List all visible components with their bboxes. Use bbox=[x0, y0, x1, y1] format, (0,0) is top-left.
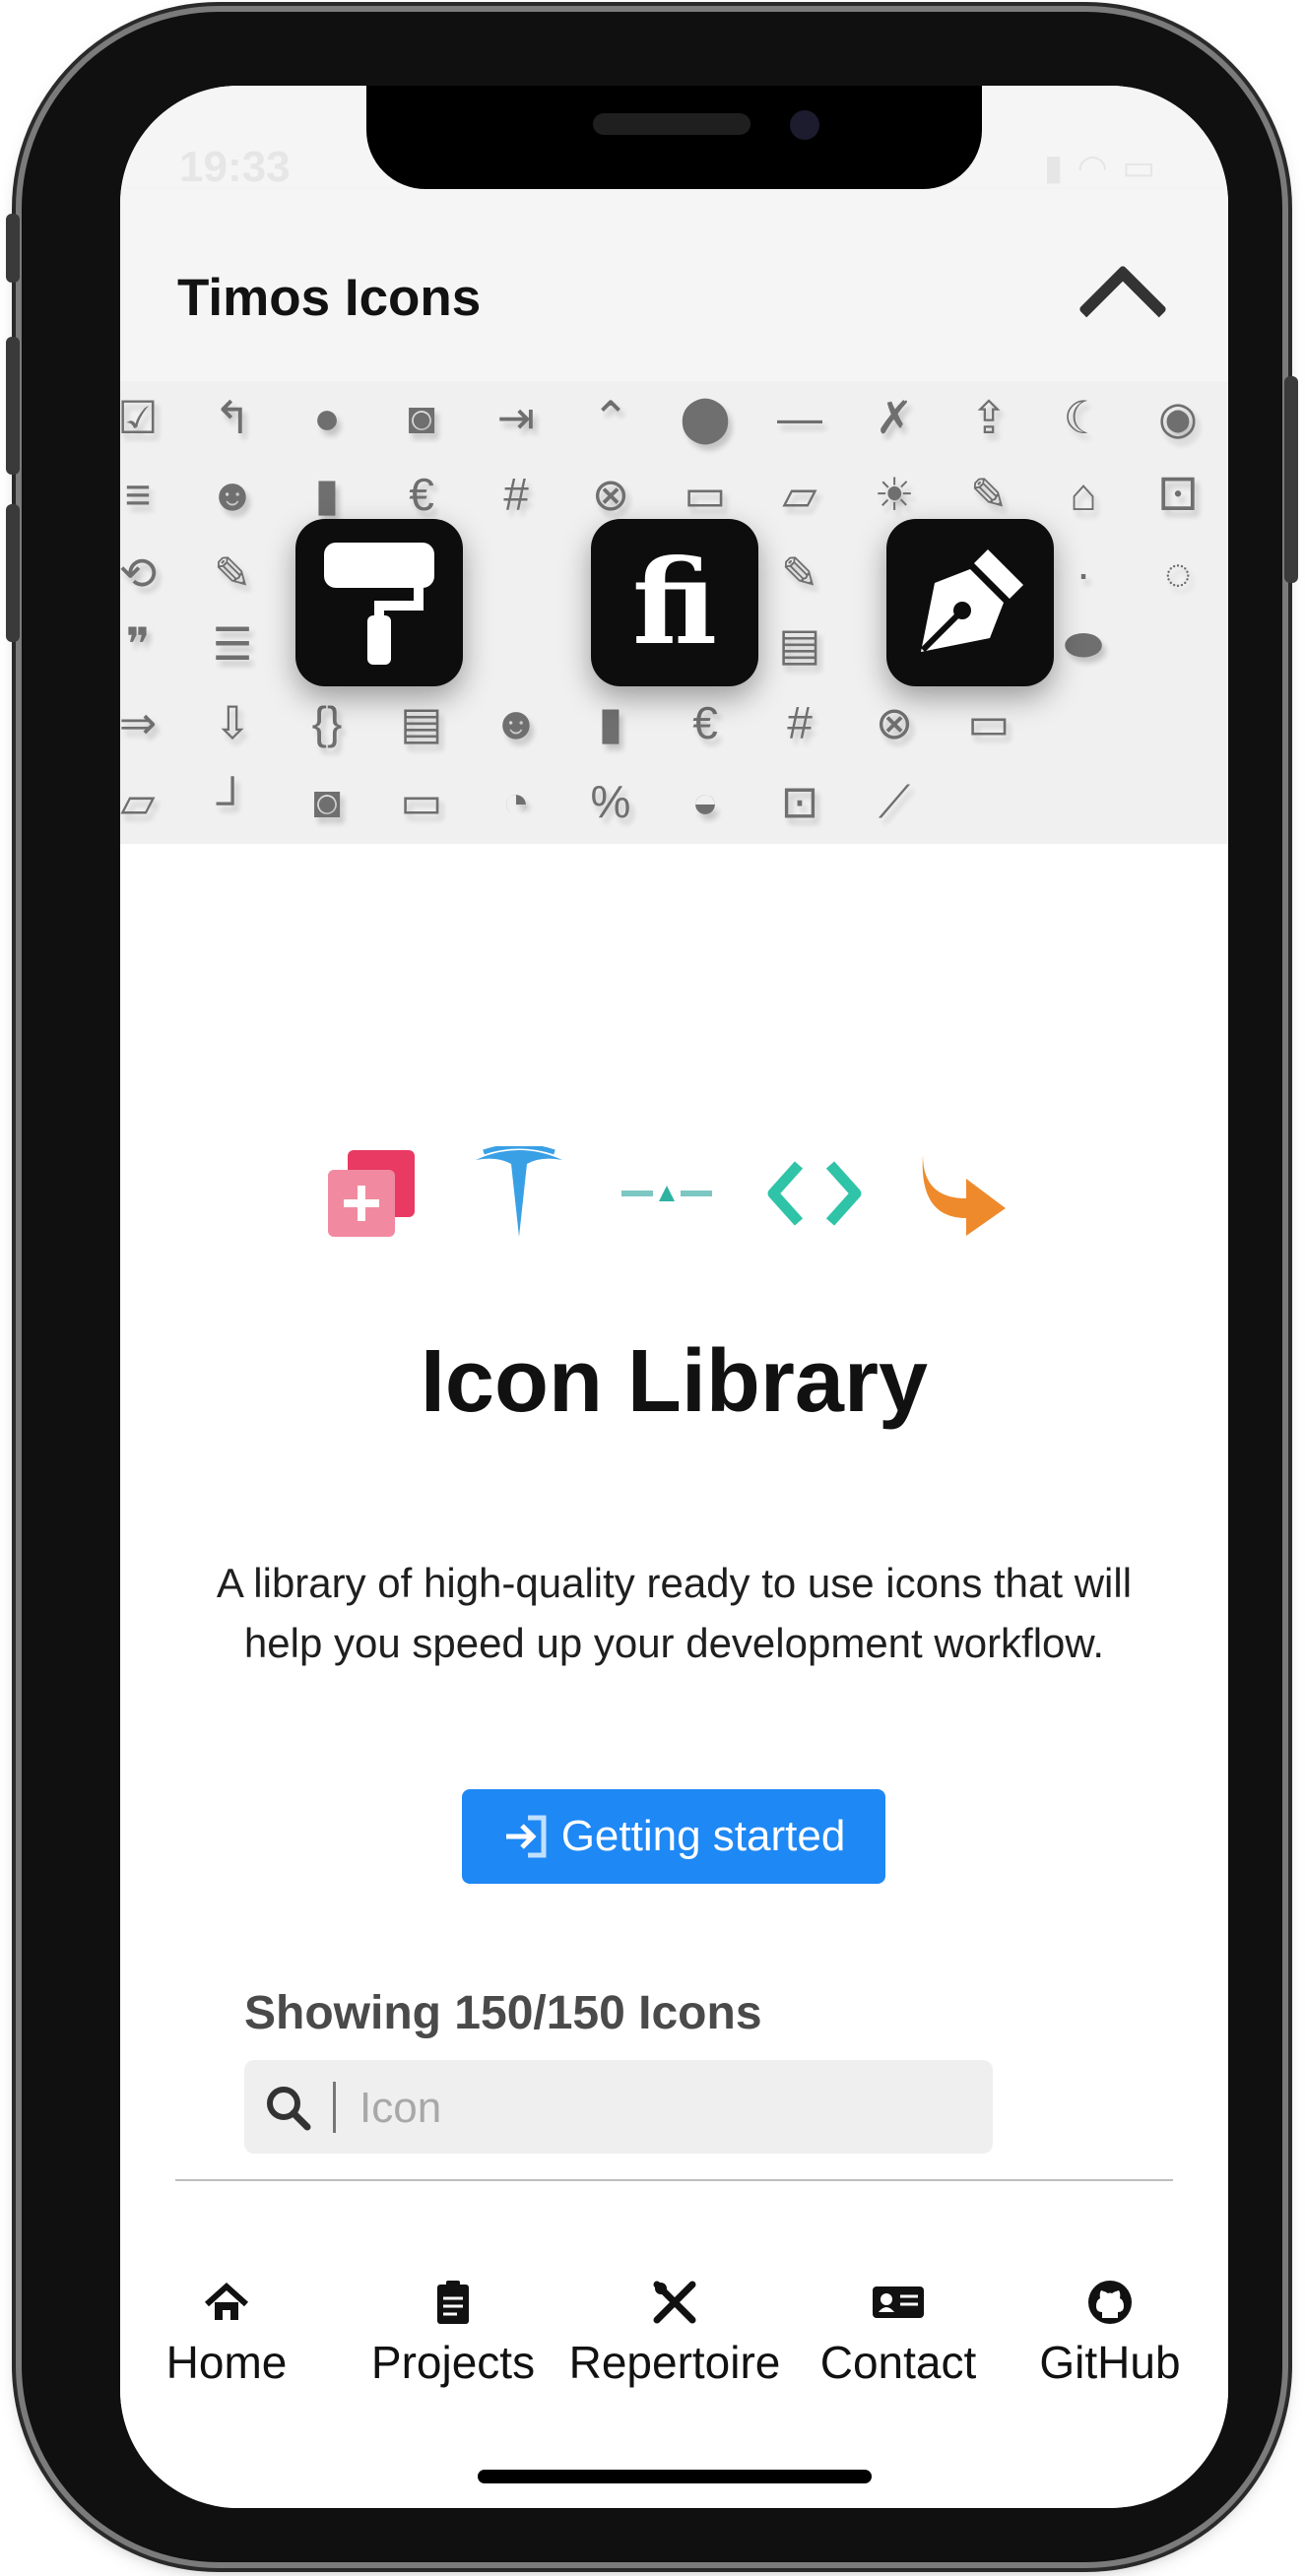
background-icon-row: ⇒ ⇩{} ▤ ☻ ▮ € # ⊗ ▭ bbox=[120, 697, 1011, 748]
hero-banner: ☑↰●◙⇥⌃⬤—✗⇪☾◉✕ ≡☻▮€#⊗▭▱☀✎⌂⚀▭ ⟲✎⊡▤✎·◌ ❞☰☑◙… bbox=[120, 381, 1228, 844]
tesla-icon bbox=[470, 1144, 568, 1243]
signal-icon: ▮ bbox=[1043, 147, 1077, 187]
app-header: Timos Icons bbox=[120, 189, 1228, 382]
split-icon bbox=[618, 1144, 716, 1243]
notch bbox=[366, 86, 982, 189]
tab-projects-label: Projects bbox=[370, 2337, 536, 2388]
wifi-icon: ◠ bbox=[1077, 147, 1122, 187]
login-icon bbox=[502, 1814, 548, 1859]
id-card-icon bbox=[871, 2277, 926, 2328]
search-input[interactable] bbox=[358, 2078, 952, 2139]
paint-roller-icon bbox=[324, 543, 434, 665]
getting-started-button[interactable]: Getting started bbox=[462, 1789, 885, 1884]
status-bar: 19:33 ▮◠▭ bbox=[120, 86, 1228, 191]
forward-arrow-icon bbox=[913, 1144, 1011, 1243]
getting-started-label: Getting started bbox=[560, 1812, 846, 1860]
tab-contact-label: Contact bbox=[819, 2337, 977, 2388]
code-icon bbox=[765, 1144, 864, 1243]
background-icon-row: ▱ ┘ ◙ ▭ ◔% ◒ ⊡ ⟋ bbox=[120, 776, 911, 827]
speaker bbox=[593, 113, 750, 135]
pen-nib-icon bbox=[920, 549, 1023, 653]
screen: 19:33 ▮◠▭ Timos Icons ☑↰●◙⇥⌃⬤—✗⇪☾◉✕ ≡☻▮€… bbox=[120, 86, 1228, 2508]
feature-icons bbox=[120, 1144, 1228, 1253]
volume-down-button bbox=[6, 504, 20, 642]
battery-icon: ▭ bbox=[1121, 147, 1169, 187]
search-icon bbox=[264, 2084, 311, 2136]
github-icon bbox=[1086, 2277, 1134, 2328]
volume-up-button bbox=[6, 337, 20, 475]
app-title: Timos Icons bbox=[177, 269, 482, 327]
page-title: Icon Library bbox=[420, 1332, 929, 1431]
tab-contact[interactable]: Contact bbox=[800, 2277, 997, 2395]
tab-home-label: Home bbox=[165, 2337, 288, 2388]
tab-github[interactable]: GitHub bbox=[1021, 2277, 1199, 2395]
tools-icon bbox=[651, 2277, 698, 2328]
power-button bbox=[1284, 376, 1298, 583]
tab-projects[interactable]: Projects bbox=[355, 2277, 552, 2395]
page-description: A library of high-quality ready to use i… bbox=[216, 1560, 1133, 1666]
front-camera bbox=[790, 110, 819, 140]
tab-bar: Home Projects Repertoire Contact GitHub bbox=[120, 2247, 1228, 2508]
fi-logo-text: fi bbox=[632, 534, 717, 671]
tab-repertoire-label: Repertoire bbox=[568, 2337, 781, 2388]
tab-home[interactable]: Home bbox=[148, 2277, 305, 2395]
home-indicator[interactable] bbox=[478, 2470, 872, 2483]
background-icon-row: ≡☻▮€#⊗▭▱☀✎⌂⚀▭ bbox=[124, 469, 1198, 520]
mute-switch bbox=[6, 214, 20, 283]
phone-frame: 19:33 ▮◠▭ Timos Icons ☑↰●◙⇥⌃⬤—✗⇪☾◉✕ ≡☻▮€… bbox=[6, 12, 1298, 2562]
status-time: 19:33 bbox=[179, 143, 291, 191]
chevron-up-icon[interactable] bbox=[1077, 264, 1168, 354]
duplicate-plus-icon bbox=[322, 1144, 421, 1243]
tab-repertoire[interactable]: Repertoire bbox=[561, 2277, 788, 2395]
divider bbox=[175, 2179, 1173, 2181]
search-box bbox=[244, 2060, 993, 2154]
status-icons: ▮◠▭ bbox=[1044, 147, 1169, 188]
clipboard-icon bbox=[433, 2277, 473, 2328]
icon-count-label: Showing 150/150 Icons bbox=[244, 1987, 762, 2039]
paint-roller-icon[interactable] bbox=[295, 519, 463, 686]
search-divider bbox=[333, 2082, 336, 2133]
fi-logo-icon[interactable]: fi bbox=[591, 519, 758, 686]
pen-nib-icon[interactable] bbox=[886, 519, 1054, 686]
tab-github-label: GitHub bbox=[1039, 2337, 1181, 2388]
home-icon bbox=[203, 2277, 250, 2328]
background-icon-row: ☑↰●◙⇥⌃⬤—✗⇪☾◉✕ bbox=[120, 392, 1199, 443]
